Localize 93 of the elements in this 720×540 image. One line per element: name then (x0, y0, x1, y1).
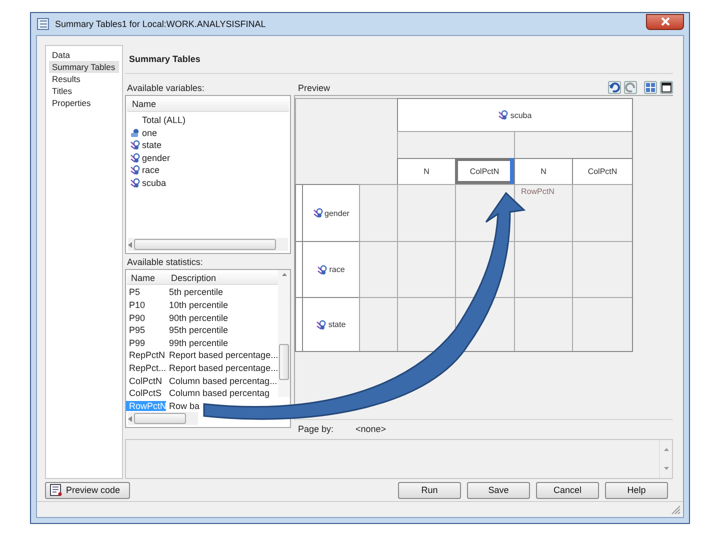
scroll-thumb[interactable] (279, 344, 290, 380)
variable-icon (130, 152, 140, 163)
variable-icon (316, 320, 326, 330)
nav-item[interactable]: Results (49, 73, 119, 85)
statistic-header[interactable]: N (514, 158, 572, 184)
maximize-button[interactable] (660, 81, 673, 94)
statistic-description: Column based percentag (169, 388, 270, 398)
scrollbar[interactable] (128, 412, 198, 425)
statistic-description: 10th percentile (169, 300, 228, 310)
table-cell (359, 184, 397, 241)
table-cell (359, 241, 397, 297)
drop-hint: RowPctN (521, 187, 554, 196)
scrollbar[interactable] (278, 270, 290, 397)
scroll-down-icon[interactable] (664, 467, 668, 470)
grid-button[interactable] (644, 81, 657, 94)
statistic-name[interactable]: ColPctN (126, 376, 166, 386)
variable-icon (130, 178, 140, 188)
table-cell (514, 297, 572, 351)
statistic-description: Report based percentage... (169, 362, 278, 373)
scrollbar[interactable] (128, 238, 288, 251)
statistic-name[interactable]: P99 (126, 338, 166, 348)
nav-item[interactable]: Summary Tables (49, 61, 119, 73)
variable-item[interactable]: scuba (142, 178, 166, 188)
statistic-name[interactable]: P5 (126, 287, 166, 298)
statistic-name[interactable]: P10 (126, 300, 166, 310)
nav-item[interactable]: Data (49, 49, 119, 61)
statistic-header[interactable]: ColPctN (572, 158, 632, 184)
redo-button[interactable] (624, 81, 637, 94)
statistic-header[interactable]: ColPctN (455, 158, 514, 184)
resize-grip-icon[interactable] (671, 505, 681, 515)
close-icon (660, 17, 670, 26)
column-header[interactable]: Description (167, 272, 216, 283)
scroll-up-icon[interactable] (664, 448, 668, 451)
scroll-thumb[interactable] (134, 239, 276, 250)
numeric-variable-icon (130, 128, 140, 138)
statistic-name[interactable]: P90 (126, 312, 166, 323)
list-label: Available variables: (127, 82, 204, 92)
action-button[interactable]: Cancel (536, 482, 599, 498)
document-icon (50, 484, 62, 496)
scrollbar[interactable] (659, 440, 672, 478)
statistic-name[interactable]: RepPctN (126, 350, 166, 360)
action-button[interactable]: Save (467, 482, 530, 498)
scroll-left-icon[interactable] (128, 416, 132, 422)
row-variable[interactable]: state (328, 320, 346, 329)
variable-icon (312, 208, 323, 218)
page-by-value: <none> (356, 424, 386, 434)
statistic-description: 5th percentile (169, 287, 224, 298)
row-variable[interactable]: race (329, 265, 345, 274)
table-cell (397, 297, 455, 351)
variable-item[interactable]: one (142, 128, 158, 138)
scroll-thumb[interactable] (134, 413, 186, 424)
table-cell (359, 297, 397, 351)
statistic-header[interactable]: N (397, 158, 455, 184)
scroll-up-icon[interactable] (282, 273, 287, 276)
statistic-description: 90th percentile (169, 312, 228, 323)
section-title: Summary Tables (129, 54, 200, 64)
variable-item[interactable]: gender (142, 152, 170, 163)
statistic-name[interactable]: P95 (126, 325, 166, 336)
statistic-description: Report based percentage... (169, 350, 278, 360)
statistic-description: 99th percentile (169, 338, 228, 348)
column-variable[interactable]: scuba (510, 110, 532, 120)
pane-label: Preview (298, 82, 330, 92)
close-button[interactable] (646, 14, 684, 30)
window-title: Summary Tables1 for Local:WORK.ANALYSISFINAL (55, 19, 266, 29)
column-header[interactable]: Name (127, 272, 167, 283)
variable-icon (317, 264, 328, 274)
statistic-description: 95th percentile (169, 325, 228, 336)
window-icon (37, 18, 49, 30)
variable-icon (130, 140, 140, 150)
nav-item[interactable]: Properties (49, 97, 119, 109)
statistic-description: Row ba (169, 400, 200, 411)
statistic-name[interactable]: ColPctS (126, 388, 166, 398)
scroll-left-icon[interactable] (128, 242, 132, 248)
variable-icon (130, 165, 140, 176)
table-cell (397, 241, 455, 297)
undo-button[interactable] (608, 81, 621, 94)
table-cell (572, 297, 632, 351)
table-cell (397, 184, 455, 241)
statistic-description: Column based percentag... (169, 376, 278, 386)
variable-item[interactable]: state (142, 140, 162, 150)
statistic-name[interactable]: RepPct... (126, 362, 166, 373)
field-label: Page by: (298, 424, 334, 434)
column-header[interactable]: Name (132, 99, 156, 109)
table-cell (572, 241, 632, 297)
variable-item[interactable]: Total (ALL) (142, 115, 186, 126)
action-button[interactable]: Run (398, 482, 461, 498)
list-label: Available statistics: (127, 256, 203, 266)
preview-code-button[interactable]: Preview code (45, 482, 130, 498)
action-button[interactable]: Help (605, 482, 668, 498)
row-variable[interactable]: gender (324, 208, 350, 218)
variable-icon (498, 110, 508, 120)
nav-item[interactable]: Titles (49, 85, 119, 97)
variable-item[interactable]: race (142, 165, 160, 176)
